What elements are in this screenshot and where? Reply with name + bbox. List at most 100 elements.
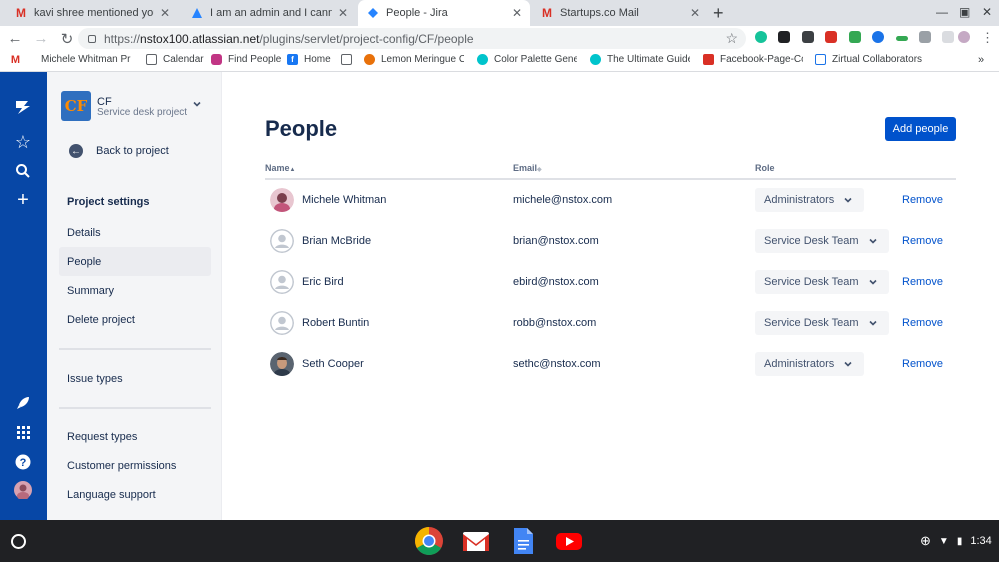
browser-tab-1[interactable]: M kavi shree mentioned you in I am ✕ <box>6 0 178 26</box>
canva-icon <box>477 54 488 65</box>
grammarly-extension-icon[interactable] <box>755 31 767 43</box>
forward-arrow-icon[interactable]: → <box>30 30 52 47</box>
extension-icon[interactable] <box>919 31 931 43</box>
bookmark-item[interactable]: Lemon Meringue Ch <box>364 54 464 65</box>
back-to-project-link[interactable]: ← Back to project <box>69 144 169 158</box>
docs-app-icon[interactable] <box>508 526 538 556</box>
remove-user-link[interactable]: Remove <box>902 235 943 247</box>
close-icon[interactable]: ✕ <box>690 6 700 20</box>
extension-icon[interactable] <box>849 31 861 43</box>
extension-icon[interactable] <box>896 36 908 41</box>
browser-tab-4[interactable]: M Startups.co Mail ✕ <box>532 0 708 26</box>
close-icon[interactable]: ✕ <box>338 6 348 20</box>
more-bookmarks-icon[interactable]: » <box>978 54 984 66</box>
gmail-app-icon[interactable] <box>461 526 491 556</box>
role-select[interactable]: Administrators <box>755 352 865 376</box>
chevron-down-icon <box>868 320 877 326</box>
wifi-icon: ▼ <box>938 535 949 547</box>
user-email: ebird@nstox.com <box>513 276 599 288</box>
role-select[interactable]: Service Desk Team <box>755 270 889 294</box>
sidebar-item-people[interactable]: People <box>59 247 211 276</box>
jira-service-desk-logo-icon[interactable] <box>14 98 32 116</box>
page-icon <box>146 54 157 65</box>
remove-user-link[interactable]: Remove <box>902 194 943 206</box>
table-row: Robert Buntin robb@nstox.com Service Des… <box>265 303 956 344</box>
extension-icon[interactable] <box>942 31 954 43</box>
plus-icon[interactable]: + <box>14 189 32 211</box>
table-row: Seth Cooper sethc@nstox.com Administrato… <box>265 344 956 385</box>
role-select[interactable]: Service Desk Team <box>755 229 889 253</box>
system-tray[interactable]: ⊕ ▼ ▮ 1:34 <box>912 531 992 551</box>
user-avatar <box>270 188 294 212</box>
new-tab-button[interactable]: + <box>713 3 724 24</box>
sidebar-item-customer-permissions[interactable]: Customer permissions <box>59 451 211 480</box>
remove-user-link[interactable]: Remove <box>902 317 943 329</box>
gmail-icon: M <box>10 54 21 65</box>
role-select[interactable]: Administrators <box>755 188 865 212</box>
buffer-extension-icon[interactable] <box>802 31 814 43</box>
sidebar-item-request-types[interactable]: Request types <box>59 422 211 451</box>
add-circle-icon: ⊕ <box>920 533 931 548</box>
jira-icon <box>366 6 380 20</box>
sidebar-item-details[interactable]: Details <box>59 218 211 247</box>
bookmark-item[interactable]: M Michele Whitman Pr <box>10 54 135 65</box>
extension-icon[interactable] <box>872 31 884 43</box>
youtube-app-icon[interactable] <box>554 526 584 556</box>
chrome-app-icon[interactable] <box>414 526 444 556</box>
chevron-down-icon[interactable] <box>193 100 201 108</box>
column-header-name[interactable]: Name▲ <box>265 163 295 173</box>
clock: 1:34 <box>970 535 992 547</box>
bookmark-item[interactable]: Zirtual Collaborators <box>815 54 925 65</box>
bookmark-item[interactable]: f Home <box>287 54 332 65</box>
search-icon[interactable] <box>14 162 32 180</box>
project-type: Service desk project <box>97 107 188 118</box>
table-row: Eric Bird ebird@nstox.com Service Desk T… <box>265 262 956 303</box>
minimize-icon[interactable]: — <box>936 5 948 19</box>
maximize-icon[interactable]: ▣ <box>959 5 970 19</box>
help-icon[interactable]: ? <box>14 453 32 471</box>
browser-tab-2[interactable]: I am an admin and I cannot ass ✕ <box>182 0 356 26</box>
chevron-down-icon <box>844 197 852 203</box>
launcher-icon[interactable] <box>11 534 26 549</box>
profile-avatar-icon[interactable] <box>958 31 970 43</box>
sidebar-item-issue-types[interactable]: Issue types <box>59 364 211 393</box>
remove-user-link[interactable]: Remove <box>902 276 943 288</box>
address-bar[interactable]: https:// nstox100.atlassian.net /plugins… <box>78 28 746 49</box>
project-avatar: CF <box>61 91 91 121</box>
column-header-email[interactable]: Email◆ <box>513 163 542 173</box>
remove-user-link[interactable]: Remove <box>902 358 943 370</box>
bookmark-item[interactable] <box>341 54 355 65</box>
role-select[interactable]: Service Desk Team <box>755 311 889 335</box>
rocket-icon[interactable] <box>14 394 32 412</box>
bookmark-star-icon[interactable]: ☆ <box>725 30 738 47</box>
star-icon[interactable]: ☆ <box>14 132 32 152</box>
bookmark-item[interactable]: Color Palette Genera <box>477 54 577 65</box>
back-arrow-icon[interactable]: ← <box>4 30 26 47</box>
add-people-button[interactable]: Add people <box>885 117 956 141</box>
url-scheme: https:// <box>104 31 141 46</box>
browser-menu-icon[interactable]: ⋮ <box>981 30 994 46</box>
bookmark-item[interactable]: The Ultimate Guide t <box>590 54 690 65</box>
close-window-icon[interactable]: ✕ <box>982 5 992 19</box>
close-icon[interactable]: ✕ <box>512 6 522 20</box>
tab-title: I am an admin and I cannot ass <box>210 7 332 19</box>
user-avatar[interactable] <box>14 481 32 499</box>
close-icon[interactable]: ✕ <box>160 6 170 20</box>
url-host: nstox100.atlassian.net <box>140 31 260 46</box>
bookmark-item[interactable]: Facebook-Page-Cove <box>703 54 803 65</box>
extension-badge-icon[interactable] <box>825 31 837 43</box>
browser-tab-3[interactable]: People - Jira ✕ <box>358 0 530 26</box>
jira-global-nav: ☆ + ? <box>0 72 47 520</box>
back-label: Back to project <box>96 145 169 157</box>
battery-icon: ▮ <box>956 535 963 547</box>
extension-icon[interactable] <box>778 31 790 43</box>
sidebar-item-summary[interactable]: Summary <box>59 276 211 305</box>
bookmark-item[interactable]: Calendar <box>146 54 206 65</box>
reload-icon[interactable]: ↻ <box>56 30 78 48</box>
bookmark-item[interactable]: Find People <box>211 54 281 65</box>
gmail-icon: M <box>16 6 26 20</box>
default-avatar-icon <box>270 229 294 253</box>
app-switcher-icon[interactable] <box>14 423 32 441</box>
sidebar-item-delete-project[interactable]: Delete project <box>59 305 211 334</box>
sidebar-item-language-support[interactable]: Language support <box>59 480 211 509</box>
